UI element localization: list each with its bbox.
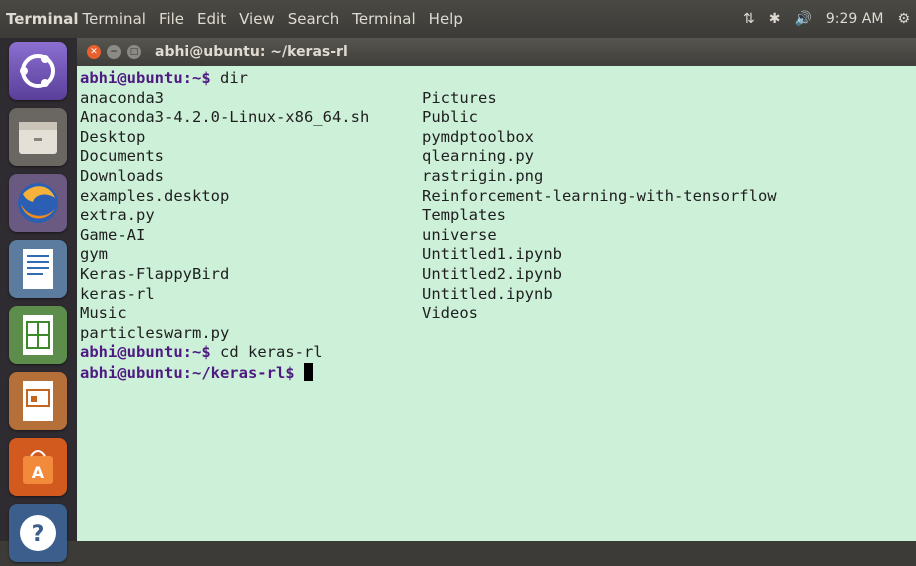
list-item: qlearning.py bbox=[422, 147, 534, 166]
top-panel: Terminal Terminal File Edit View Search … bbox=[0, 0, 916, 38]
menu-help[interactable]: Help bbox=[425, 10, 472, 28]
list-item: Desktop bbox=[80, 127, 146, 146]
list-item: gym bbox=[80, 245, 108, 264]
text-cursor bbox=[303, 363, 313, 381]
list-item: Templates bbox=[422, 206, 506, 225]
impress-icon[interactable] bbox=[9, 372, 67, 430]
firefox-icon[interactable] bbox=[9, 174, 67, 232]
close-button[interactable]: ✕ bbox=[87, 45, 101, 59]
command-text: dir bbox=[210, 69, 248, 87]
list-item: universe bbox=[422, 225, 497, 244]
files-icon[interactable] bbox=[9, 108, 67, 166]
svg-text:?: ? bbox=[32, 522, 45, 547]
menu-view[interactable]: View bbox=[235, 10, 284, 28]
command-text: cd keras-rl bbox=[210, 343, 323, 362]
menu-terminal-2[interactable]: Terminal bbox=[348, 10, 424, 28]
indicator-area: ⇅ ✱ 🔊 9:29 AM ⚙ bbox=[743, 0, 910, 38]
list-item: Documents bbox=[80, 147, 164, 166]
gear-icon[interactable]: ⚙ bbox=[897, 11, 910, 27]
list-item: Anaconda3-4.2.0-Linux-x86_64.sh bbox=[80, 108, 370, 127]
list-item: Pictures bbox=[422, 88, 497, 107]
list-item: examples.desktop bbox=[80, 186, 230, 205]
window-title: abhi@ubuntu: ~/keras-rl bbox=[155, 44, 348, 60]
list-item: pymdptoolbox bbox=[422, 127, 534, 146]
clock[interactable]: 9:29 AM bbox=[826, 11, 884, 27]
list-item: Keras-FlappyBird bbox=[80, 265, 230, 283]
command-line: abhi@ubuntu:~/keras-rl$ bbox=[80, 363, 313, 384]
minimize-button[interactable]: − bbox=[107, 45, 121, 59]
command-line: abhi@ubuntu:~$ cd keras-rl bbox=[80, 343, 323, 363]
maximize-button[interactable]: □ bbox=[127, 45, 141, 59]
menu-file[interactable]: File bbox=[155, 10, 193, 28]
calc-icon[interactable] bbox=[9, 306, 67, 364]
prompt: abhi@ubuntu:~$ bbox=[80, 69, 211, 87]
list-item: Music bbox=[80, 304, 127, 323]
list-item: Downloads bbox=[80, 167, 164, 185]
menu-edit[interactable]: Edit bbox=[193, 10, 235, 28]
command-line: abhi@ubuntu:~$ dir bbox=[80, 69, 248, 89]
bluetooth-icon[interactable]: ✱ bbox=[769, 11, 781, 27]
help-icon[interactable]: ? bbox=[9, 504, 67, 562]
svg-text:A: A bbox=[32, 463, 45, 482]
list-item: Untitled2.ipynb bbox=[422, 265, 562, 283]
menu-search[interactable]: Search bbox=[284, 10, 349, 28]
writer-icon[interactable] bbox=[9, 240, 67, 298]
list-item: Game-AI bbox=[80, 225, 146, 244]
prompt: abhi@ubuntu:~/keras-rl$ bbox=[80, 364, 295, 382]
volume-icon[interactable]: 🔊 bbox=[794, 11, 811, 27]
software-center-icon[interactable]: A bbox=[9, 438, 67, 496]
menu-bar: Terminal File Edit View Search Terminal … bbox=[79, 10, 472, 28]
list-item: particleswarm.py bbox=[80, 323, 230, 342]
list-item: rastrigin.png bbox=[422, 167, 544, 185]
list-item: Public bbox=[422, 108, 478, 127]
ubuntu-dash-icon[interactable] bbox=[9, 42, 67, 100]
prompt: abhi@ubuntu:~$ bbox=[80, 343, 211, 362]
terminal-output[interactable]: abhi@ubuntu:~$ dir anaconda3 Anaconda3-4… bbox=[77, 66, 916, 541]
list-item: Reinforcement-learning-with-tensorflow bbox=[422, 186, 777, 205]
list-item: anaconda3 bbox=[80, 88, 164, 107]
menu-terminal[interactable]: Terminal bbox=[79, 10, 155, 28]
network-icon[interactable]: ⇅ bbox=[743, 11, 755, 27]
active-app-name: Terminal bbox=[6, 10, 79, 28]
launcher: A ? bbox=[0, 38, 77, 562]
list-item: extra.py bbox=[80, 206, 155, 225]
list-item: Videos bbox=[422, 304, 478, 323]
window-titlebar[interactable]: ✕ − □ abhi@ubuntu: ~/keras-rl bbox=[77, 38, 916, 66]
list-item: Untitled.ipynb bbox=[422, 284, 553, 303]
list-item: keras-rl bbox=[80, 284, 155, 303]
list-item: Untitled1.ipynb bbox=[422, 245, 562, 264]
